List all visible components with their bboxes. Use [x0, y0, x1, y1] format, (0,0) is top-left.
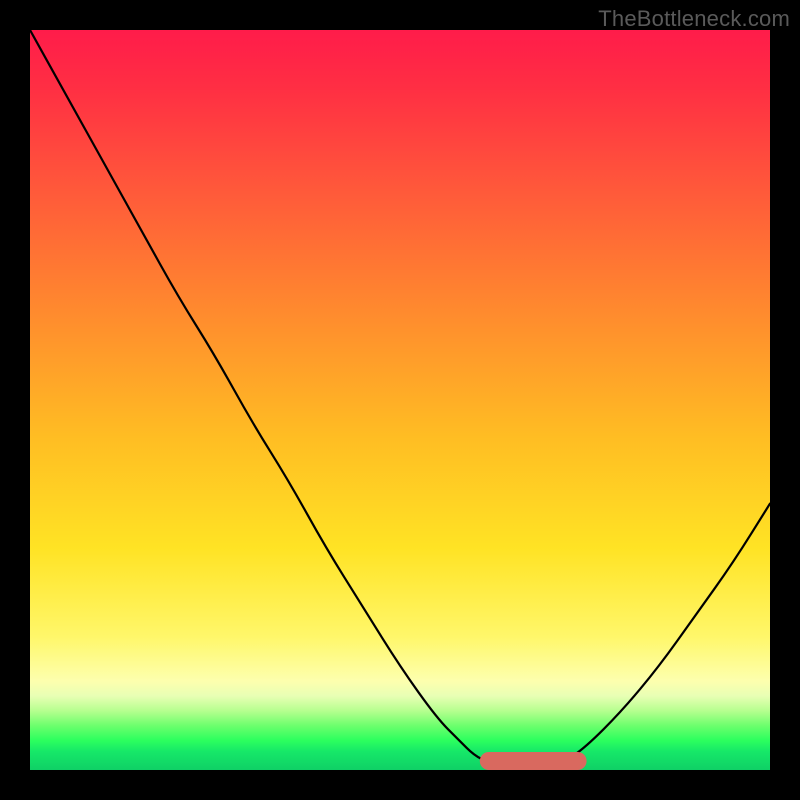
plot-area — [30, 30, 770, 770]
chart-frame: TheBottleneck.com — [0, 0, 800, 800]
watermark-text: TheBottleneck.com — [598, 6, 790, 32]
bottleneck-curve — [30, 30, 770, 770]
curve-svg — [30, 30, 770, 770]
